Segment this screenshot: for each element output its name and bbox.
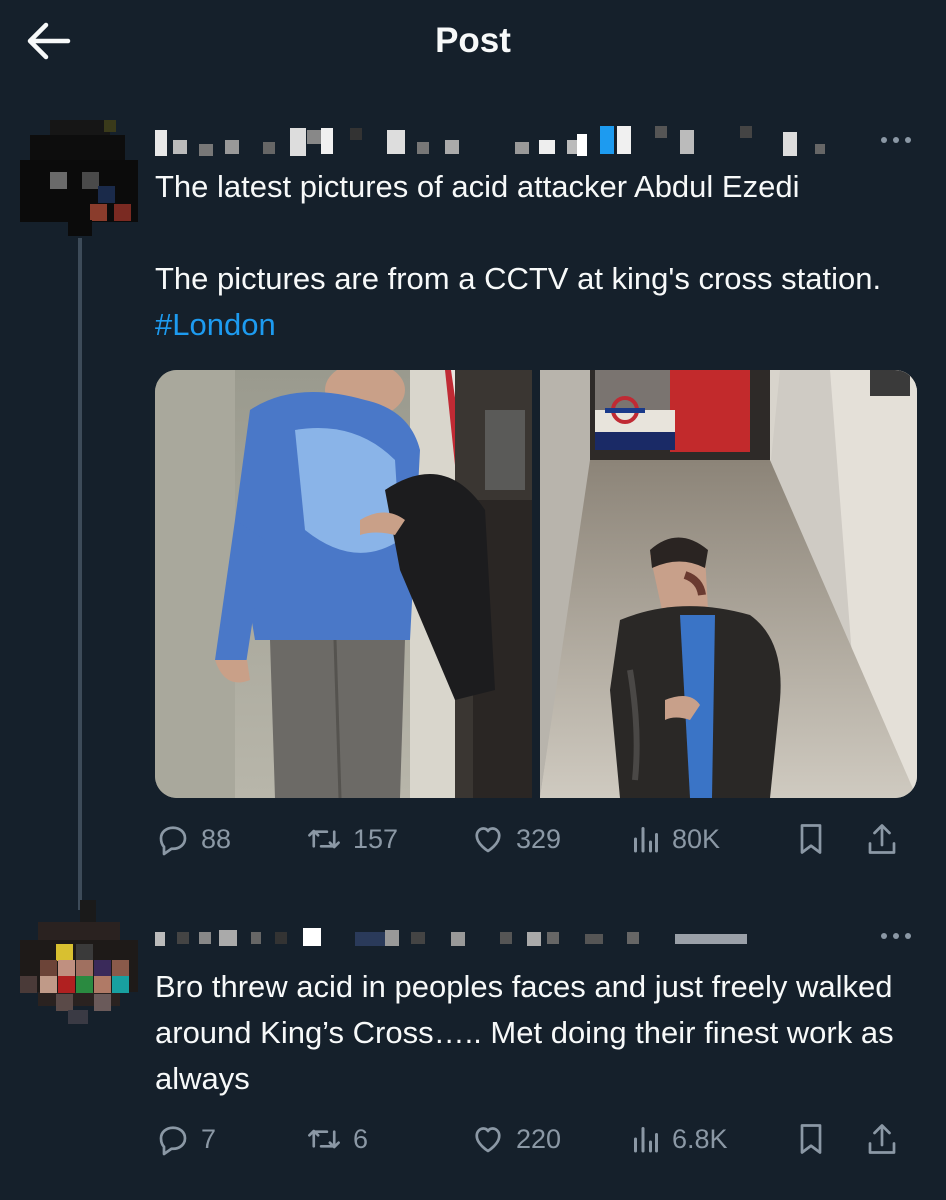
reply-share-button[interactable] — [865, 1121, 905, 1157]
post-body: The latest pictures of acid attacker Abd… — [155, 169, 882, 296]
heart-icon — [475, 827, 501, 853]
views-bar-icon — [634, 1127, 658, 1153]
avatar[interactable] — [20, 120, 138, 236]
bookmark-button[interactable] — [795, 821, 865, 857]
bookmark-icon — [800, 824, 822, 854]
reply-more-button[interactable] — [878, 924, 914, 948]
reply-button[interactable]: 88 — [155, 821, 305, 857]
author-name-redacted[interactable] — [155, 126, 835, 156]
views-button[interactable]: 80K — [630, 821, 795, 857]
reply-reply-button[interactable]: 7 — [155, 1121, 305, 1157]
reply-author-name-redacted[interactable] — [155, 920, 755, 950]
more-button[interactable] — [878, 128, 914, 152]
share-icon — [868, 1124, 896, 1154]
thread-line — [78, 238, 82, 910]
reply-count: 88 — [201, 823, 232, 854]
reply-repost-button[interactable]: 6 — [305, 1121, 470, 1157]
reply-action-bar: 7 6 220 6.8K — [155, 1117, 915, 1161]
reply-bubble-icon — [159, 826, 187, 856]
post-action-bar: 88 157 329 80K — [155, 817, 915, 861]
more-horizontal-icon — [881, 137, 911, 143]
reply-bubble-icon — [159, 1126, 187, 1156]
share-icon — [868, 824, 896, 854]
heart-icon — [475, 1127, 501, 1153]
top-bar: Post — [0, 0, 946, 86]
like-count: 329 — [516, 823, 562, 854]
bookmark-icon — [800, 1124, 822, 1154]
reply-repost-count: 6 — [353, 1123, 369, 1154]
hashtag-link[interactable]: #London — [155, 307, 276, 342]
like-button[interactable]: 329 — [470, 821, 630, 857]
more-horizontal-icon — [881, 933, 911, 939]
views-bar-icon — [634, 827, 658, 853]
media-grid — [155, 370, 917, 798]
cctv-photo-right[interactable] — [540, 370, 917, 798]
repost-icon — [308, 1129, 340, 1149]
post-text: The latest pictures of acid attacker Abd… — [155, 164, 925, 348]
repost-icon — [308, 829, 340, 849]
view-count: 80K — [672, 823, 721, 854]
reply-text: Bro threw acid in peoples faces and just… — [155, 969, 903, 1096]
reply-avatar[interactable] — [20, 900, 138, 1024]
cctv-photo-left[interactable] — [155, 370, 532, 798]
repost-button[interactable]: 157 — [305, 821, 470, 857]
repost-count: 157 — [353, 823, 399, 854]
reply-like-button[interactable]: 220 — [470, 1121, 630, 1157]
reply-like-count: 220 — [516, 1123, 562, 1154]
reply-bookmark-button[interactable] — [795, 1121, 865, 1157]
reply-view-count: 6.8K — [672, 1123, 728, 1154]
reply-reply-count: 7 — [201, 1123, 217, 1154]
share-button[interactable] — [865, 821, 905, 857]
page-title: Post — [435, 21, 511, 60]
reply-views-button[interactable]: 6.8K — [630, 1121, 795, 1157]
